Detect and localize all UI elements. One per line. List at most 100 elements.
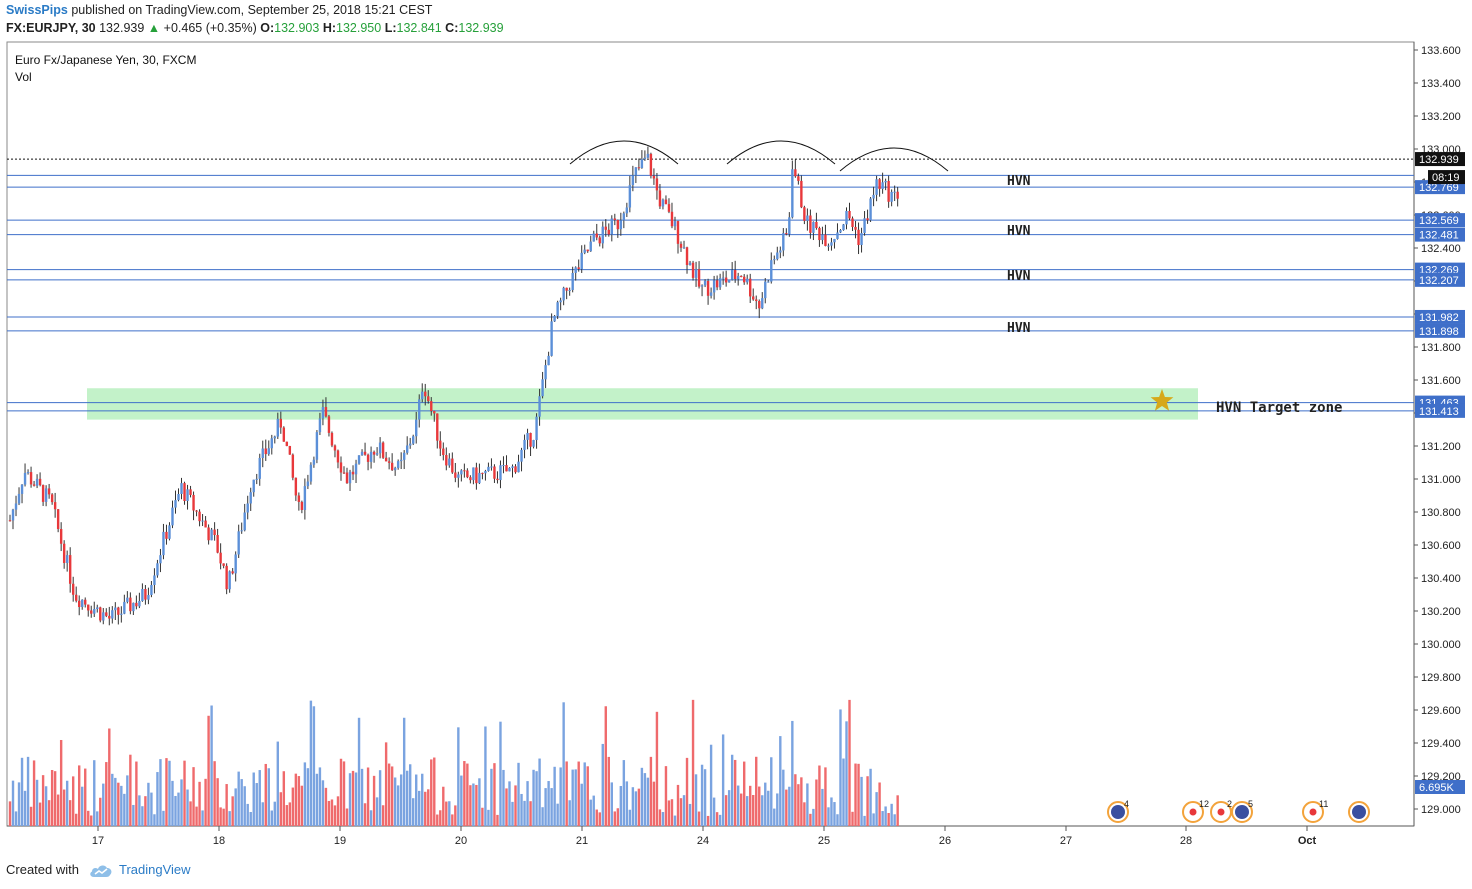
- volume-bar: [71, 776, 75, 826]
- volume-bar: [171, 780, 174, 826]
- volume-bar: [700, 764, 704, 826]
- candle-body: [478, 472, 481, 484]
- volume-bar: [872, 813, 875, 826]
- candle-body: [105, 612, 108, 616]
- candle-body: [782, 233, 785, 251]
- volume-bar: [538, 758, 541, 826]
- candle-body: [26, 472, 30, 474]
- candle-body: [496, 478, 499, 481]
- candle-body: [360, 451, 364, 456]
- volume-bar: [658, 809, 662, 826]
- volume-bar: [845, 721, 848, 826]
- candle-body: [126, 597, 129, 602]
- y-tick-label: 129.000: [1421, 804, 1461, 816]
- chart-title: Euro Fx/Japanese Yen, 30, FXCM: [15, 53, 196, 67]
- candle-body: [652, 175, 656, 179]
- volume-bar: [26, 756, 30, 826]
- candle-body: [192, 494, 195, 511]
- y-tick-label: 131.000: [1421, 474, 1461, 486]
- candle-body: [315, 432, 319, 460]
- volume-bar: [785, 789, 788, 826]
- y-tick-label: 130.000: [1421, 639, 1461, 651]
- volume-bar: [646, 777, 650, 826]
- volume-bar: [794, 774, 797, 826]
- volume-bar: [472, 783, 475, 826]
- candle-body: [186, 489, 189, 502]
- candle-body: [718, 278, 722, 288]
- volume-bar: [586, 766, 589, 826]
- price-axis-label: 132.569: [1419, 215, 1459, 227]
- candle-body: [715, 280, 719, 288]
- volume-bar: [715, 812, 719, 826]
- volume-bar: [664, 766, 668, 826]
- candle-body: [616, 220, 620, 230]
- candle-body: [484, 471, 487, 474]
- candle-body: [776, 252, 779, 260]
- volume-bar: [514, 785, 517, 826]
- volume-bar: [595, 809, 598, 826]
- volume-bar: [466, 763, 469, 826]
- event-count: 11: [1319, 799, 1328, 809]
- volume-bar: [228, 811, 231, 826]
- volume-bar: [448, 801, 451, 826]
- volume-bar: [309, 700, 313, 826]
- candle-body: [90, 610, 93, 614]
- candle-body: [246, 503, 249, 513]
- candle-body: [752, 296, 755, 300]
- volume-bar: [712, 797, 716, 826]
- candle-body: [709, 292, 713, 296]
- volume-bar: [342, 761, 346, 826]
- volume-bar: [574, 769, 577, 826]
- y-tick-label: 130.800: [1421, 507, 1461, 519]
- volume-bar: [147, 782, 150, 826]
- price-axis-label: 132.207: [1419, 275, 1459, 287]
- volume-bar: [758, 786, 761, 826]
- y-tick-label: 131.200: [1421, 441, 1461, 453]
- candle-body: [481, 472, 484, 474]
- volume-bar: [487, 809, 490, 826]
- candle-body: [875, 179, 878, 195]
- candle-body: [490, 466, 493, 468]
- volume-bar: [565, 761, 568, 826]
- volume-bar: [806, 783, 809, 826]
- tradingview-link[interactable]: TradingView: [119, 862, 191, 877]
- volume-bar: [201, 810, 204, 826]
- volume-bar: [592, 795, 595, 826]
- hvn-label: HVN: [1007, 174, 1031, 189]
- volume-bar: [553, 766, 556, 826]
- candle-body: [177, 493, 180, 501]
- candle-body: [180, 483, 183, 494]
- candle-body: [568, 289, 571, 291]
- volume-bar: [282, 771, 286, 826]
- y-tick-label: 133.600: [1421, 45, 1461, 57]
- candle-body: [604, 226, 607, 230]
- candle-body: [682, 247, 686, 249]
- candle-body: [138, 600, 141, 607]
- volume-bar: [252, 772, 255, 826]
- candle-body: [559, 300, 562, 303]
- candle-body: [195, 510, 198, 512]
- candle-body: [893, 191, 896, 193]
- candle-body: [758, 301, 761, 309]
- x-tick-label: 21: [576, 835, 588, 847]
- volume-bar: [697, 811, 701, 826]
- candle-body: [451, 458, 454, 473]
- volume-bar: [108, 728, 111, 826]
- candle-body: [108, 615, 111, 619]
- candle-body: [598, 237, 601, 244]
- candle-body: [673, 221, 677, 227]
- candle-body: [23, 472, 27, 485]
- volume-bar: [177, 792, 180, 826]
- candle-body: [896, 191, 899, 199]
- candle-body: [228, 571, 231, 590]
- volume-bar: [643, 773, 647, 826]
- volume-bar: [788, 786, 791, 826]
- candle-body: [168, 525, 171, 539]
- volume-bar: [427, 789, 430, 826]
- volume-bar: [634, 791, 638, 826]
- candle-body: [706, 280, 710, 296]
- candle-body: [74, 594, 78, 601]
- volume-bar: [381, 805, 385, 826]
- price-chart[interactable]: 133.600133.400133.200133.000132.800132.6…: [0, 0, 1472, 889]
- candle-body: [424, 391, 427, 397]
